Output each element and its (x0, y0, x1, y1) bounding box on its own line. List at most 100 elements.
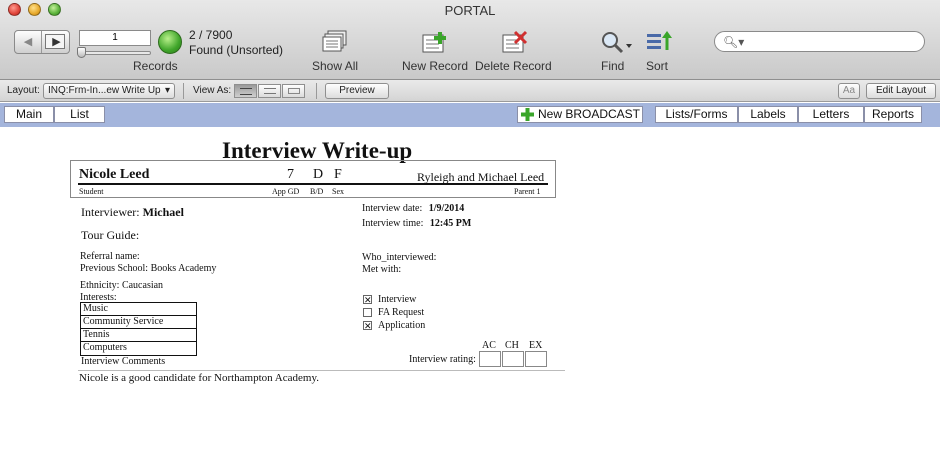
fa-request-checkbox[interactable] (363, 308, 372, 317)
list-button[interactable]: List (54, 106, 105, 123)
tour-guide-label: Tour Guide: (81, 228, 140, 242)
edit-layout-button[interactable]: Edit Layout (866, 83, 936, 99)
view-as-label: View As: (193, 85, 232, 96)
record-slider-track[interactable] (79, 51, 151, 55)
form-view-icon (240, 88, 252, 95)
interview-time-label: Interview time: (362, 218, 424, 229)
navigation-header: Main List New BROADCAST Lists/Forms Labe… (0, 103, 940, 127)
interest-item[interactable]: Computers (81, 342, 196, 355)
layout-select-value: INQ:Frm-In...ew Write Up (48, 85, 161, 96)
interview-checkbox[interactable]: ✕ (363, 295, 372, 305)
sort-button[interactable]: Sort (646, 59, 668, 73)
previous-school-row: Previous School: Books Academy (80, 263, 216, 274)
interview-comments-label: Interview Comments (81, 356, 166, 367)
interview-date-row: Interview date: 1/9/2014 (362, 203, 464, 214)
view-as-form-button[interactable] (234, 84, 257, 98)
interview-date-field[interactable]: 1/9/2014 (429, 203, 465, 214)
previous-school-field[interactable]: Books Academy (151, 263, 217, 274)
view-as-table-button[interactable] (282, 84, 305, 98)
record-slider-thumb[interactable] (77, 47, 86, 58)
chevron-down-icon: ▾ (164, 85, 170, 96)
ethnicity-label: Ethnicity: (80, 280, 120, 291)
header-rule (78, 183, 548, 185)
interviewer-field[interactable]: Michael (143, 205, 184, 219)
new-record-button[interactable]: New Record (402, 59, 468, 73)
interview-date-label: Interview date: (362, 203, 423, 214)
previous-school-label: Previous School: (80, 263, 149, 274)
layout-bar: Layout: INQ:Frm-In...ew Write Up ▾ View … (0, 80, 940, 102)
bd-caption: B/D (310, 187, 324, 196)
divider (183, 83, 184, 99)
window-title: PORTAL (444, 3, 496, 18)
bd-field[interactable]: D (313, 167, 323, 183)
interview-comments-field[interactable]: Nicole is a good candidate for Northampt… (79, 372, 319, 384)
reports-button[interactable]: Reports (864, 106, 922, 123)
sort-icon[interactable] (646, 30, 674, 54)
record-navigator[interactable]: ◀ ▶ (14, 30, 70, 54)
view-as-list-button[interactable] (258, 84, 281, 98)
student-name-field[interactable]: Nicole Leed (79, 167, 149, 183)
interest-item[interactable]: Community Service (81, 316, 196, 329)
rating-header-ac: AC (482, 340, 496, 351)
rating-header-ex: EX (529, 340, 543, 351)
current-record-input[interactable]: 1 (79, 30, 151, 46)
list-view-icon (264, 88, 276, 94)
interviewer-label: Interviewer: (81, 205, 140, 219)
interview-checkbox-label: Interview (378, 294, 417, 305)
formatting-bar-button[interactable]: Aa (838, 83, 860, 99)
next-record-button[interactable]: ▶ (43, 31, 70, 53)
interview-time-field[interactable]: 12:45 PM (430, 218, 471, 229)
application-checkbox-label: Application (378, 320, 426, 331)
table-view-icon (288, 88, 300, 94)
quick-find-search-field[interactable]: 🔍︎▾ (714, 31, 925, 52)
preview-button[interactable]: Preview (325, 83, 389, 99)
letters-button[interactable]: Letters (798, 106, 864, 123)
record-count: 2 / 7900 (189, 28, 233, 42)
delete-record-button[interactable]: Delete Record (475, 59, 552, 73)
interests-list: Music Community Service Tennis Computers (80, 302, 197, 356)
interview-rating-label: Interview rating: (409, 354, 476, 365)
fa-request-checkbox-label: FA Request (378, 307, 425, 318)
parent-caption: Parent 1 (514, 187, 541, 196)
title-bar: PORTAL (0, 0, 940, 20)
ethnicity-row: Ethnicity: Caucasian (80, 280, 163, 291)
referral-label: Referral name: (80, 251, 140, 262)
divider (316, 83, 317, 99)
interviewer-row: Interviewer: Michael (81, 205, 184, 220)
app-grade-field[interactable]: 7 (287, 167, 294, 183)
ethnicity-field[interactable]: Caucasian (122, 280, 163, 291)
interest-item[interactable]: Music (81, 303, 196, 316)
find-magnifier-icon[interactable] (600, 30, 634, 54)
main-button[interactable]: Main (4, 106, 54, 123)
sex-caption: Sex (332, 187, 344, 196)
interest-item[interactable]: Tennis (81, 329, 196, 342)
layout-select[interactable]: INQ:Frm-In...ew Write Up ▾ (43, 83, 175, 99)
rating-header-ch: CH (505, 340, 519, 351)
found-set-pie-icon (158, 30, 182, 54)
comments-rule (78, 370, 565, 371)
interview-time-row: Interview time: 12:45 PM (362, 218, 471, 229)
application-checkbox[interactable]: ✕ (363, 321, 372, 331)
show-all-button[interactable]: Show All (312, 59, 358, 73)
toolbar: PORTAL ◀ ▶ 1 Records 2 / 7900 Found (Uns… (0, 0, 940, 80)
sex-field[interactable]: F (334, 167, 342, 183)
delete-record-icon[interactable] (501, 30, 529, 54)
lists-forms-button[interactable]: Lists/Forms (655, 106, 738, 123)
interview-form: Interview Write-up Nicole Leed 7 D F Ryl… (0, 127, 940, 455)
rating-ch-field[interactable] (502, 351, 524, 367)
student-caption: Student (79, 187, 104, 196)
show-all-icon[interactable] (322, 30, 348, 54)
rating-ex-field[interactable] (525, 351, 547, 367)
search-icon: 🔍︎▾ (723, 35, 745, 49)
rating-ac-field[interactable] (479, 351, 501, 367)
records-label: Records (133, 59, 178, 73)
find-button[interactable]: Find (601, 59, 624, 73)
labels-button[interactable]: Labels (738, 106, 798, 123)
layout-label: Layout: (7, 85, 40, 96)
new-broadcast-button[interactable]: New BROADCAST (517, 106, 643, 123)
plus-icon (521, 108, 534, 121)
new-record-icon[interactable] (421, 30, 449, 54)
app-grade-caption: App GD (272, 187, 300, 196)
previous-record-button[interactable]: ◀ (15, 31, 42, 53)
new-broadcast-label: New BROADCAST (537, 107, 641, 121)
